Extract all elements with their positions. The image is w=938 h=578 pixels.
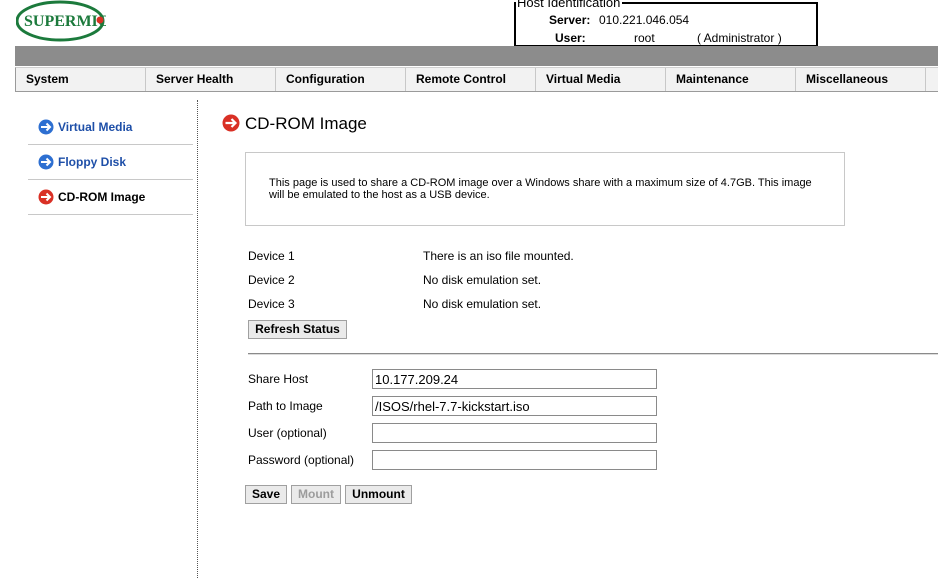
nav-tab-server-health[interactable]: Server Health — [146, 68, 276, 91]
user-label: User: — [555, 31, 586, 45]
user-input[interactable] — [372, 423, 657, 443]
blue-arrow-icon — [38, 119, 54, 135]
host-identification-legend: Host Identification — [516, 0, 623, 10]
device-2-status: No disk emulation set. — [423, 273, 542, 287]
host-identification: Host Identification Server: 010.221.046.… — [514, 0, 818, 47]
device-1-label: Device 1 — [248, 249, 295, 263]
blue-arrow-icon — [38, 154, 54, 170]
refresh-status-button[interactable]: Refresh Status — [248, 320, 347, 339]
sidebar-item-label: Virtual Media — [58, 120, 133, 134]
save-button[interactable]: Save — [245, 485, 287, 504]
main-nav: System Server Health Configuration Remot… — [15, 67, 938, 92]
sidebar: Virtual Media Floppy Disk CD-ROM Image — [28, 110, 193, 215]
sidebar-divider — [197, 100, 198, 578]
path-to-image-label: Path to Image — [248, 399, 323, 413]
user-value: root — [634, 31, 655, 45]
top-banner-bar — [15, 46, 938, 66]
user-optional-label: User (optional) — [248, 426, 327, 440]
share-host-input[interactable] — [372, 369, 657, 389]
nav-tab-system[interactable]: System — [16, 68, 146, 91]
nav-tab-miscellaneous[interactable]: Miscellaneous — [796, 68, 926, 91]
device-2-label: Device 2 — [248, 273, 295, 287]
logo-text: SUPERMICR — [24, 13, 106, 30]
nav-tab-maintenance[interactable]: Maintenance — [666, 68, 796, 91]
sidebar-item-label: CD-ROM Image — [58, 190, 146, 204]
path-to-image-input[interactable] — [372, 396, 657, 416]
sidebar-item-cd-rom-image[interactable]: CD-ROM Image — [28, 180, 193, 215]
server-value: 010.221.046.054 — [599, 13, 690, 27]
sidebar-item-virtual-media[interactable]: Virtual Media — [28, 110, 193, 145]
nav-tab-remote-control[interactable]: Remote Control — [406, 68, 536, 91]
device-3-status: No disk emulation set. — [423, 297, 542, 311]
password-optional-label: Password (optional) — [248, 453, 355, 467]
password-input[interactable] — [372, 450, 657, 470]
device-1-status: There is an iso file mounted. — [423, 249, 574, 263]
red-arrow-icon — [38, 189, 54, 205]
supermicro-logo: SUPERMICR — [15, 0, 121, 42]
info-box: This page is used to share a CD-ROM imag… — [245, 152, 845, 226]
red-arrow-icon — [222, 114, 240, 132]
nav-tab-configuration[interactable]: Configuration — [276, 68, 406, 91]
page-title: CD-ROM Image — [245, 114, 367, 133]
mount-button[interactable]: Mount — [291, 485, 341, 504]
section-divider — [248, 353, 938, 355]
server-label: Server: — [549, 13, 591, 27]
device-3-label: Device 3 — [248, 297, 295, 311]
info-text: This page is used to share a CD-ROM imag… — [269, 177, 812, 201]
user-role: ( Administrator ) — [697, 31, 782, 45]
sidebar-item-floppy-disk[interactable]: Floppy Disk — [28, 145, 193, 180]
share-host-label: Share Host — [248, 372, 309, 386]
unmount-button[interactable]: Unmount — [345, 485, 412, 504]
sidebar-item-label: Floppy Disk — [58, 155, 127, 169]
nav-tab-virtual-media[interactable]: Virtual Media — [536, 68, 666, 91]
